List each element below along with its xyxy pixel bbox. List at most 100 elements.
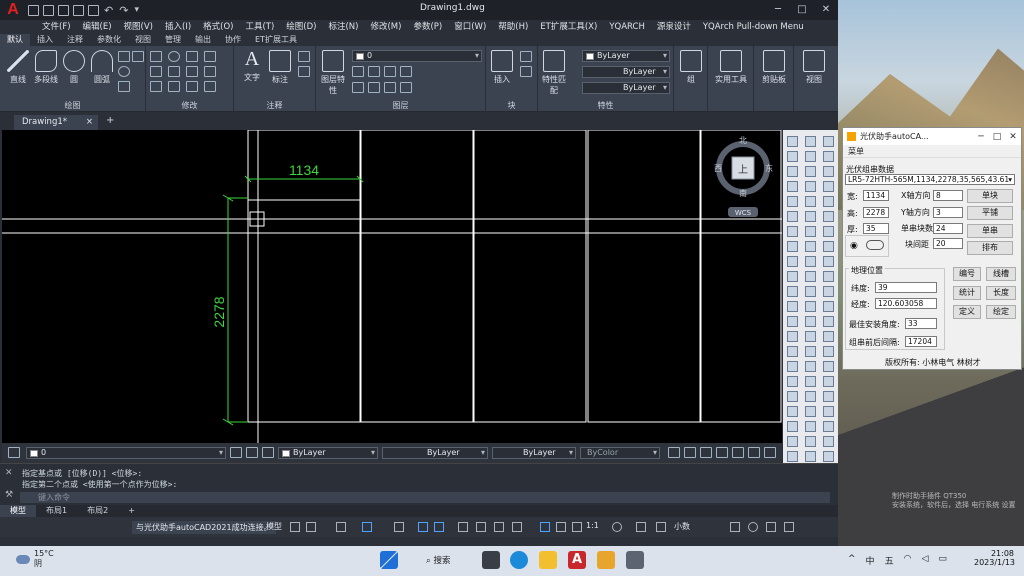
radio-portrait[interactable]: ◉ — [850, 241, 858, 251]
toolbar-tool-icon[interactable] — [823, 301, 834, 312]
layer-tool-3-icon[interactable] — [384, 66, 396, 77]
redo-icon[interactable]: ↷ — [119, 4, 128, 17]
toolbar-tool-icon[interactable] — [787, 136, 798, 147]
toolbar-tool-icon[interactable] — [823, 451, 834, 462]
quick-props-icon[interactable] — [730, 522, 740, 532]
toolbar-tool-icon[interactable] — [805, 196, 816, 207]
dialog-close-icon[interactable]: ✕ — [1005, 132, 1021, 142]
canvas-linetype-combo[interactable]: ByLayer — [382, 447, 488, 459]
toolbar-tool-icon[interactable] — [805, 361, 816, 372]
selection-cycle-icon[interactable] — [494, 522, 504, 532]
toolbar-tool-icon[interactable] — [805, 391, 816, 402]
move-icon[interactable] — [150, 51, 162, 62]
toolbar-tool-icon[interactable] — [787, 166, 798, 177]
toolbar-tool-icon[interactable] — [805, 436, 816, 447]
toolbar-tool-icon[interactable] — [805, 316, 816, 327]
annotation-scale-icon[interactable] — [540, 522, 550, 532]
toolbar-tool-icon[interactable] — [787, 406, 798, 417]
layer-tool-6-icon[interactable] — [368, 82, 380, 93]
spacing-input[interactable]: 17204 — [905, 336, 937, 347]
layer-properties-tool[interactable]: 图层特性 — [318, 50, 348, 96]
scale-icon[interactable] — [168, 81, 180, 92]
layer-combo[interactable]: 0 — [352, 50, 482, 62]
toolbar-tool-icon[interactable] — [823, 166, 834, 177]
toolbar-tool-icon[interactable] — [805, 226, 816, 237]
latitude-input[interactable]: 39 — [875, 282, 937, 293]
toolbar-tool-icon[interactable] — [787, 241, 798, 252]
tab-layout2[interactable]: 布局2 — [77, 505, 118, 517]
module-select[interactable]: LR5-72HTH-565M,1134,2278,35,565,43.61 ▾ — [845, 174, 1015, 185]
menu-dimension[interactable]: 标注(N) — [322, 20, 364, 34]
transparency-icon[interactable] — [476, 522, 486, 532]
doc-tab-drawing1[interactable]: Drawing1* × — [14, 115, 98, 130]
canvas-color-combo[interactable]: ByLayer — [278, 447, 378, 459]
pv-assistant-taskbar-icon[interactable] — [597, 551, 615, 569]
edit-block-icon[interactable] — [520, 66, 532, 77]
height-input[interactable]: 2278 — [863, 207, 889, 218]
clean-screen-icon[interactable] — [766, 522, 776, 532]
saveas-icon[interactable] — [73, 4, 84, 16]
graphics-perf-icon[interactable] — [748, 522, 758, 532]
longitude-input[interactable]: 120.603058 — [875, 298, 937, 309]
menu-yqarch-pulldown[interactable]: YQArch Pull-down Menu — [697, 20, 810, 34]
mirror-icon[interactable] — [168, 66, 180, 77]
toolbar-tool-icon[interactable] — [787, 286, 798, 297]
toolbar-tool-icon[interactable] — [823, 346, 834, 357]
maximize-icon[interactable]: □ — [790, 0, 814, 20]
wire-trough-button[interactable]: 线槽 — [986, 267, 1016, 281]
file-explorer-icon[interactable] — [539, 551, 557, 569]
ellipse-icon[interactable] — [118, 66, 130, 77]
toolbar-tool-icon[interactable] — [787, 451, 798, 462]
cmd-close-icon[interactable]: ✕ — [5, 468, 13, 478]
drawing-canvas[interactable]: 1134 2278 上 北 南 东 西 WCS — [2, 130, 782, 443]
utilities-tool[interactable]: 实用工具 — [712, 50, 750, 85]
menu-insert[interactable]: 插入(I) — [159, 20, 197, 34]
arc-tool[interactable]: 圆弧 — [88, 50, 116, 85]
rotate-icon[interactable] — [168, 51, 180, 62]
toolbar-tool-icon[interactable] — [787, 391, 798, 402]
layer-match-icon[interactable] — [230, 447, 242, 458]
toolbar-tool-icon[interactable] — [823, 256, 834, 267]
copy-icon[interactable] — [150, 66, 162, 77]
toolbar-tool-icon[interactable] — [805, 331, 816, 342]
workspace-gear-icon[interactable] — [612, 522, 622, 532]
tab-collaborate[interactable]: 协作 — [218, 34, 248, 46]
menu-window[interactable]: 窗口(W) — [448, 20, 492, 34]
annotation-scale[interactable]: 1:1 — [586, 521, 599, 530]
menu-edit[interactable]: 编辑(E) — [77, 20, 118, 34]
length-button[interactable]: 长度 — [986, 286, 1016, 300]
toolbar-tool-icon[interactable] — [787, 316, 798, 327]
toolbar-tool-icon[interactable] — [823, 376, 834, 387]
toolbar-tool-icon[interactable] — [823, 331, 834, 342]
trim-icon[interactable] — [186, 51, 198, 62]
toolbar-tool-icon[interactable] — [823, 211, 834, 222]
menu-et-tools[interactable]: ET扩展工具(X) — [534, 20, 603, 34]
units-icon[interactable] — [656, 522, 666, 532]
drawing-svg[interactable]: 1134 2278 上 北 南 东 西 WCS — [2, 130, 782, 443]
toolbar-tool-icon[interactable] — [805, 211, 816, 222]
toolbar-tool-icon[interactable] — [805, 451, 816, 462]
prop-tool-7-icon[interactable] — [764, 447, 776, 458]
match-properties-tool[interactable]: 特性匹配 — [540, 50, 568, 96]
array-icon[interactable] — [186, 81, 198, 92]
toolbar-tool-icon[interactable] — [823, 151, 834, 162]
volume-icon[interactable]: ◁ — [921, 554, 928, 567]
layer-tool-7-icon[interactable] — [384, 82, 396, 93]
prop-tool-5-icon[interactable] — [732, 447, 744, 458]
color-combo[interactable]: ByLayer — [582, 50, 670, 62]
number-button[interactable]: 编号 — [953, 267, 981, 281]
menu-file[interactable]: 文件(F) — [36, 20, 77, 34]
canvas-lineweight-combo[interactable]: ByLayer — [492, 447, 576, 459]
line-tool[interactable]: 直线 — [4, 50, 32, 85]
menu-view[interactable]: 视图(V) — [118, 20, 159, 34]
view-tool[interactable]: 视图 — [800, 50, 828, 85]
tab-model[interactable]: 模型 — [0, 505, 36, 517]
toolbar-tool-icon[interactable] — [805, 181, 816, 192]
draw-more-icon[interactable] — [132, 51, 144, 62]
tab-manage[interactable]: 管理 — [158, 34, 188, 46]
erase-icon[interactable] — [204, 51, 216, 62]
width-input[interactable]: 1134 — [863, 190, 889, 201]
tab-et-tools[interactable]: ET扩展工具 — [248, 34, 304, 46]
toolbar-tool-icon[interactable] — [787, 376, 798, 387]
toolbar-tool-icon[interactable] — [823, 136, 834, 147]
